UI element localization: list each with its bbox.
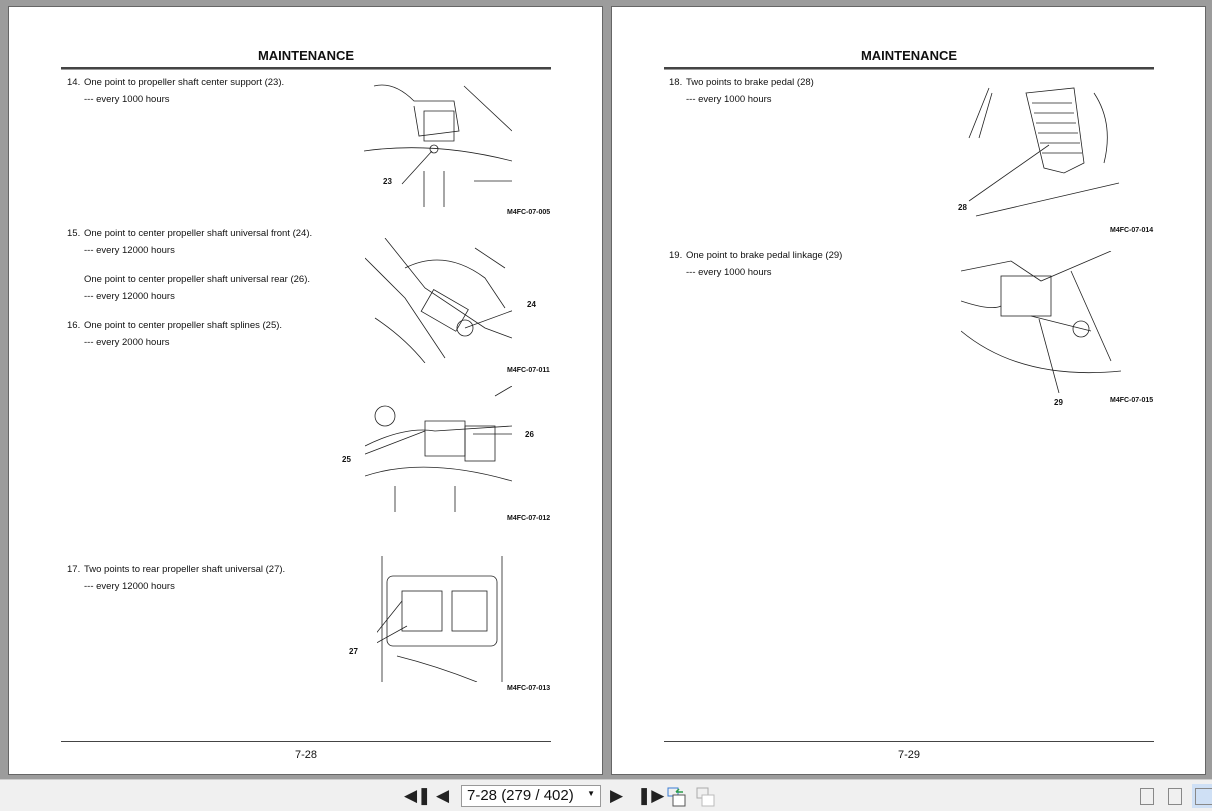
item-text: One point to center propeller shaft univ… [84,274,311,285]
item-number: 19. [669,250,683,261]
page-number: 7-28 [294,749,318,761]
section-title: MAINTENANCE [257,48,355,63]
item-interval: --- every 12000 hours [84,245,175,256]
item-text: One point to propeller shaft center supp… [84,77,285,88]
figure-caption: M4FC-07-015 [1110,397,1154,404]
figure-caption: M4FC-07-014 [1110,227,1154,234]
item-interval: --- every 2000 hours [84,337,170,348]
next-page-button[interactable]: ▶ [610,786,623,806]
item-interval: --- every 12000 hours [84,581,175,592]
footer-rule [664,741,1154,742]
page-select-value: 7-28 (279 / 402) [467,787,574,804]
callout-label: 27 [349,647,358,656]
previous-view-icon[interactable] [667,787,687,807]
two-page-view-button[interactable] [1192,784,1212,808]
figure-caption: M4FC-07-011 [507,367,550,374]
callout-label: 25 [342,455,351,464]
item-number: 17. [67,564,81,575]
figure-universal-front [365,238,512,363]
callout-label: 23 [383,177,392,186]
figure-caption: M4FC-07-012 [507,515,551,522]
previous-page-button[interactable]: ◀ [436,786,449,806]
item-interval: --- every 1000 hours [84,94,170,105]
left-page: MAINTENANCE 14. One point to propeller s… [8,6,603,775]
item-interval: --- every 1000 hours [686,267,772,278]
item-text: One point to center propeller shaft spli… [84,320,283,331]
figure-brake-pedal [968,87,1120,217]
callout-label: 28 [958,203,967,212]
continuous-view-icon[interactable] [1168,788,1182,805]
callout-label: 26 [525,430,534,439]
header-rule [61,67,551,70]
two-page-view-icon [1195,788,1212,805]
figure-brake-linkage [961,251,1121,393]
callout-label: 24 [527,300,536,309]
page-number: 7-29 [897,749,921,761]
callout-label: 29 [1054,398,1063,407]
item-text: Two points to rear propeller shaft unive… [84,564,286,575]
item-number: 15. [67,228,81,239]
item-number: 14. [67,77,81,88]
section-title: MAINTENANCE [860,48,958,63]
item-interval: --- every 12000 hours [84,291,175,302]
figure-caption: M4FC-07-005 [507,209,551,216]
item-text: One point to brake pedal linkage (29) [686,250,843,261]
right-page: MAINTENANCE 18. Two points to brake peda… [611,6,1206,775]
last-page-button[interactable]: ❚▶ [637,786,664,806]
chevron-down-icon: ▼ [587,789,595,798]
item-number: 16. [67,320,81,331]
footer-rule [61,741,551,742]
item-interval: --- every 1000 hours [686,94,772,105]
next-view-icon[interactable] [696,787,716,807]
figure-universal-rear [365,386,512,512]
figure-propeller-center-support [364,84,512,207]
item-number: 18. [669,77,683,88]
item-text: One point to center propeller shaft univ… [84,228,313,239]
figure-caption: M4FC-07-013 [507,685,551,692]
page-select[interactable]: 7-28 (279 / 402) ▼ [461,785,601,807]
single-page-view-icon[interactable] [1140,788,1154,805]
item-text: Two points to brake pedal (28) [686,77,814,88]
header-rule [664,67,1154,70]
figure-rear-universal [377,556,503,682]
first-page-button[interactable]: ◀❚ [404,786,431,806]
navigation-toolbar: ◀❚ ◀ 7-28 (279 / 402) ▼ ▶ ❚▶ [0,779,1212,811]
